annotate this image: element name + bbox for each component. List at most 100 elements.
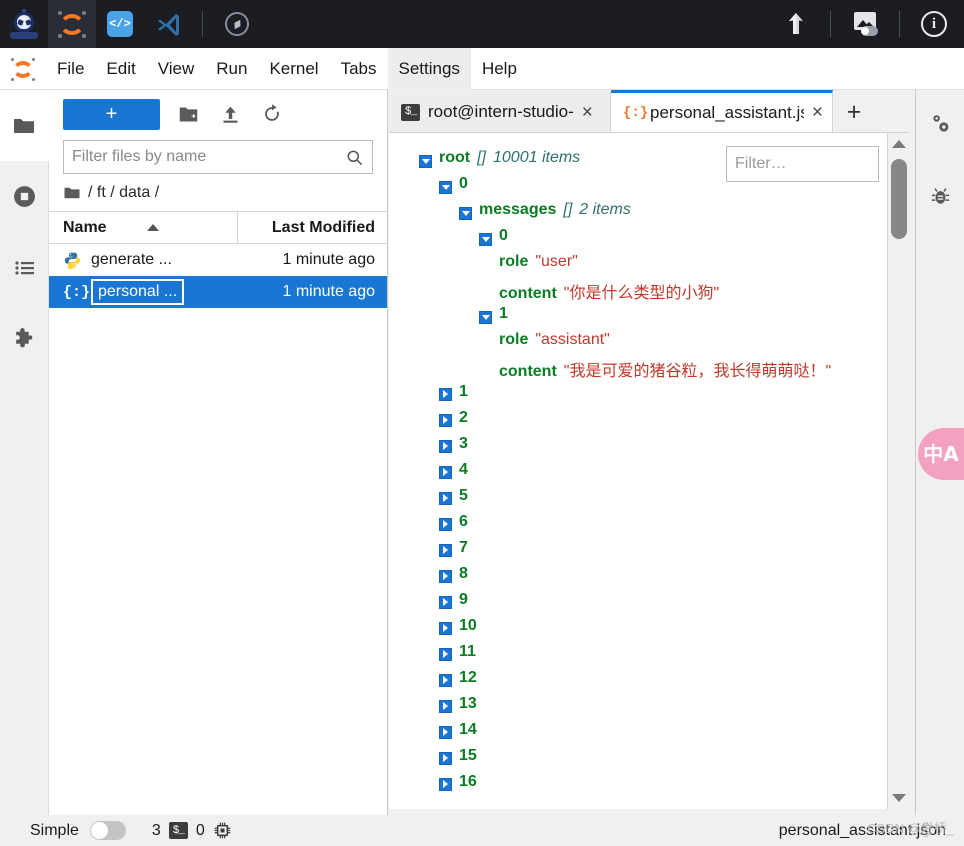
json-node-entry-6[interactable]: 6: [419, 513, 887, 539]
sidebar-item-table-of-contents[interactable]: [0, 232, 49, 303]
chevron-right-icon[interactable]: [439, 413, 452, 427]
json-node-entry-4[interactable]: 4: [419, 461, 887, 487]
chevron-right-icon[interactable]: [439, 699, 452, 713]
terminal-icon: $_: [401, 103, 420, 121]
tab-personal-assistant-json[interactable]: {:} personal_assistant.js‹ ×: [611, 90, 833, 132]
chevron-right-icon[interactable]: [439, 777, 452, 791]
json-node-messages[interactable]: messages [] 2 items: [419, 201, 887, 227]
chevron-down-icon[interactable]: [419, 155, 432, 168]
json-node-entry-11[interactable]: 11: [419, 643, 887, 669]
sidebar-item-extension-manager[interactable]: [0, 303, 49, 374]
chevron-right-icon[interactable]: [439, 621, 452, 635]
code-server-icon[interactable]: </>: [96, 0, 144, 48]
compass-icon[interactable]: [213, 0, 261, 48]
refresh-button[interactable]: [258, 100, 286, 128]
chip-icon[interactable]: [213, 821, 232, 840]
json-node-entry-2[interactable]: 2: [419, 409, 887, 435]
json-index-label: 13: [459, 695, 477, 712]
json-vertical-scrollbar[interactable]: [887, 133, 909, 809]
json-node-entry-5[interactable]: 5: [419, 487, 887, 513]
menu-view[interactable]: View: [147, 48, 206, 90]
json-node-entry-3[interactable]: 3: [419, 435, 887, 461]
simple-mode-toggle[interactable]: [89, 821, 126, 840]
column-header-last-modified[interactable]: Last Modified: [237, 211, 387, 244]
scroll-up-arrow-icon[interactable]: [888, 133, 909, 155]
chevron-down-icon[interactable]: [459, 207, 472, 220]
new-launcher-button[interactable]: +: [63, 98, 160, 130]
menu-run[interactable]: Run: [205, 48, 258, 90]
json-index-label: 12: [459, 669, 477, 686]
chevron-right-icon[interactable]: [439, 595, 452, 609]
sidebar-item-running-terminals[interactable]: [0, 161, 49, 232]
file-filter-input[interactable]: [72, 148, 345, 166]
chevron-right-icon[interactable]: [439, 569, 452, 583]
tab-close-icon[interactable]: ×: [812, 103, 823, 122]
new-folder-button[interactable]: [174, 100, 202, 128]
sidebar-item-property-inspector[interactable]: [916, 90, 964, 161]
chevron-right-icon[interactable]: [439, 673, 452, 687]
json-node-entry-12[interactable]: 12: [419, 669, 887, 695]
chevron-right-icon[interactable]: [439, 439, 452, 453]
vscode-icon[interactable]: [144, 0, 192, 48]
terminal-icon[interactable]: $_: [168, 822, 188, 839]
json-node-entry-14[interactable]: 14: [419, 721, 887, 747]
chevron-right-icon[interactable]: [439, 543, 452, 557]
json-node-entry-1[interactable]: 1: [419, 383, 887, 409]
chevron-right-icon[interactable]: [439, 491, 452, 505]
chevron-right-icon[interactable]: [439, 465, 452, 479]
json-index-label: 1: [459, 383, 468, 400]
search-icon: [347, 150, 363, 165]
file-filter-box[interactable]: [63, 140, 373, 174]
sidebar-item-file-browser[interactable]: [0, 90, 49, 161]
menu-edit[interactable]: Edit: [95, 48, 146, 90]
sidebar-item-debugger[interactable]: [916, 161, 964, 232]
chevron-right-icon[interactable]: [439, 725, 452, 739]
chevron-right-icon[interactable]: [439, 751, 452, 765]
menu-kernel[interactable]: Kernel: [258, 48, 329, 90]
json-index-label: 5: [459, 487, 468, 504]
file-modified-label: 1 minute ago: [282, 283, 375, 300]
jupyter-logo-icon[interactable]: [48, 0, 96, 48]
upload-button[interactable]: [216, 100, 244, 128]
json-node-entry-16[interactable]: 16: [419, 773, 887, 799]
chevron-down-icon[interactable]: [479, 233, 492, 246]
json-node-entry-13[interactable]: 13: [419, 695, 887, 721]
tab-close-icon[interactable]: ×: [582, 103, 593, 122]
info-icon[interactable]: i: [910, 0, 958, 48]
json-filter-input[interactable]: [735, 155, 909, 173]
breadcrumb[interactable]: / ft / data /: [49, 174, 387, 211]
file-row-generate[interactable]: generate ... 1 minute ago: [49, 244, 387, 276]
image-toggle-icon[interactable]: [841, 0, 889, 48]
column-header-name[interactable]: Name: [49, 219, 237, 237]
json-node-entry-15[interactable]: 15: [419, 747, 887, 773]
json-node-entry-10[interactable]: 10: [419, 617, 887, 643]
tab-terminal[interactable]: $_ root@intern-studio- ×: [389, 92, 611, 132]
chevron-right-icon[interactable]: [439, 387, 452, 401]
stop-circle-icon: [14, 186, 35, 207]
chevron-right-icon[interactable]: [439, 517, 452, 531]
menu-file[interactable]: File: [46, 48, 95, 90]
translate-button[interactable]: 中A: [918, 428, 964, 480]
scroll-down-arrow-icon[interactable]: [888, 787, 909, 809]
openxlab-logo-icon[interactable]: [0, 0, 48, 48]
json-node-entry-7[interactable]: 7: [419, 539, 887, 565]
file-row-personal-assistant[interactable]: {:} personal ... 1 minute ago: [49, 276, 387, 308]
chevron-right-icon[interactable]: [439, 647, 452, 661]
chevron-down-icon[interactable]: [439, 181, 452, 194]
chevron-down-icon[interactable]: [479, 311, 492, 324]
menu-tabs[interactable]: Tabs: [330, 48, 388, 90]
statusbar: Simple 3 $_ 0 personal_assistant.json CS…: [0, 815, 964, 846]
menu-help[interactable]: Help: [471, 48, 528, 90]
json-node-entry-9[interactable]: 9: [419, 591, 887, 617]
new-tab-button[interactable]: +: [833, 92, 875, 132]
json-node-message-1[interactable]: 1: [419, 305, 887, 331]
json-filter-box[interactable]: [726, 146, 909, 182]
jupyter-logo-icon: [0, 57, 46, 81]
json-node-entry-8[interactable]: 8: [419, 565, 887, 591]
upload-arrow-icon[interactable]: [772, 0, 820, 48]
menu-settings[interactable]: Settings: [387, 47, 471, 90]
json-node-message-0[interactable]: 0: [419, 227, 887, 253]
json-index-label: 14: [459, 721, 477, 738]
file-name-rename-input[interactable]: personal ...: [91, 279, 185, 305]
upload-icon: [223, 106, 237, 123]
